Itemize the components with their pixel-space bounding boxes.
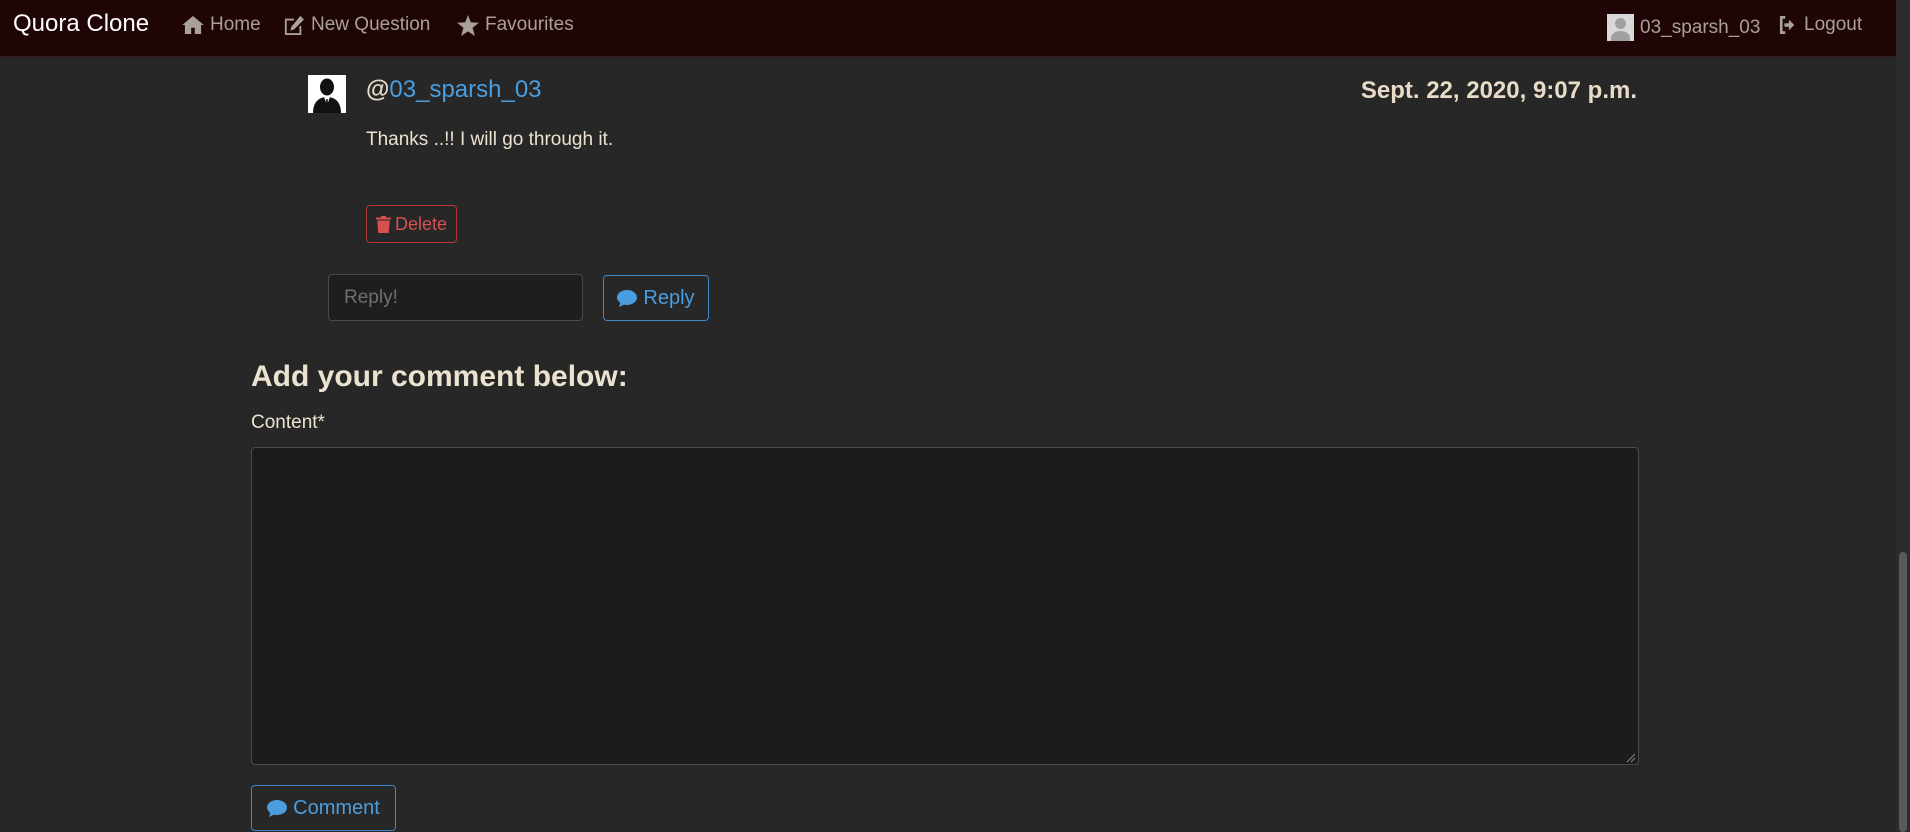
reply-button[interactable]: Reply	[603, 275, 709, 321]
reply-author: @03_sparsh_03	[366, 76, 542, 104]
reply-avatar	[308, 75, 346, 113]
comment-icon	[267, 799, 288, 817]
home-icon	[182, 16, 204, 34]
comment-icon	[617, 289, 638, 307]
nav-home-label: Home	[210, 14, 261, 35]
reply-username-link[interactable]: 03_sparsh_03	[389, 76, 541, 103]
reply-text: Thanks ..!! I will go through it.	[366, 129, 614, 150]
trash-icon	[376, 215, 391, 233]
nav-logout[interactable]: Logout	[1778, 14, 1862, 36]
navbar: Quora Clone Home New Question Favourites…	[0, 0, 1896, 57]
scrollbar[interactable]	[1896, 0, 1910, 832]
comment-button[interactable]: Comment	[251, 785, 396, 831]
edit-icon	[284, 15, 304, 35]
scrollbar-thumb[interactable]	[1899, 552, 1907, 832]
reply-input[interactable]	[328, 274, 583, 321]
delete-button-label: Delete	[395, 213, 448, 234]
reply-date: Sept. 22, 2020, 9:07 p.m.	[1360, 77, 1637, 104]
add-comment-heading: Add your comment below:	[251, 360, 628, 393]
avatar	[1607, 14, 1634, 41]
reply-at-sign: @	[366, 76, 390, 103]
nav-new-question-label: New Question	[311, 14, 431, 35]
page: Quora Clone Home New Question Favourites…	[0, 0, 1910, 832]
brand-link[interactable]: Quora Clone	[13, 10, 149, 38]
resize-grip-icon[interactable]	[1626, 753, 1636, 763]
nav-logout-label: Logout	[1804, 14, 1863, 35]
nav-favourites-label: Favourites	[485, 14, 574, 35]
logout-icon	[1779, 16, 1795, 34]
content-textarea[interactable]	[251, 447, 1639, 765]
star-icon	[457, 14, 479, 36]
nav-user[interactable]: 03_sparsh_03	[1607, 14, 1760, 41]
nav-username: 03_sparsh_03	[1640, 16, 1761, 38]
user-silhouette-icon	[308, 75, 346, 113]
nav-new-question[interactable]: New Question	[283, 14, 430, 36]
delete-button[interactable]: Delete	[366, 205, 458, 243]
reply-button-label: Reply	[643, 286, 695, 309]
content-label: Content*	[251, 412, 325, 433]
nav-favourites[interactable]: Favourites	[457, 14, 574, 36]
comment-button-label: Comment	[293, 796, 380, 819]
nav-home[interactable]: Home	[182, 14, 261, 36]
